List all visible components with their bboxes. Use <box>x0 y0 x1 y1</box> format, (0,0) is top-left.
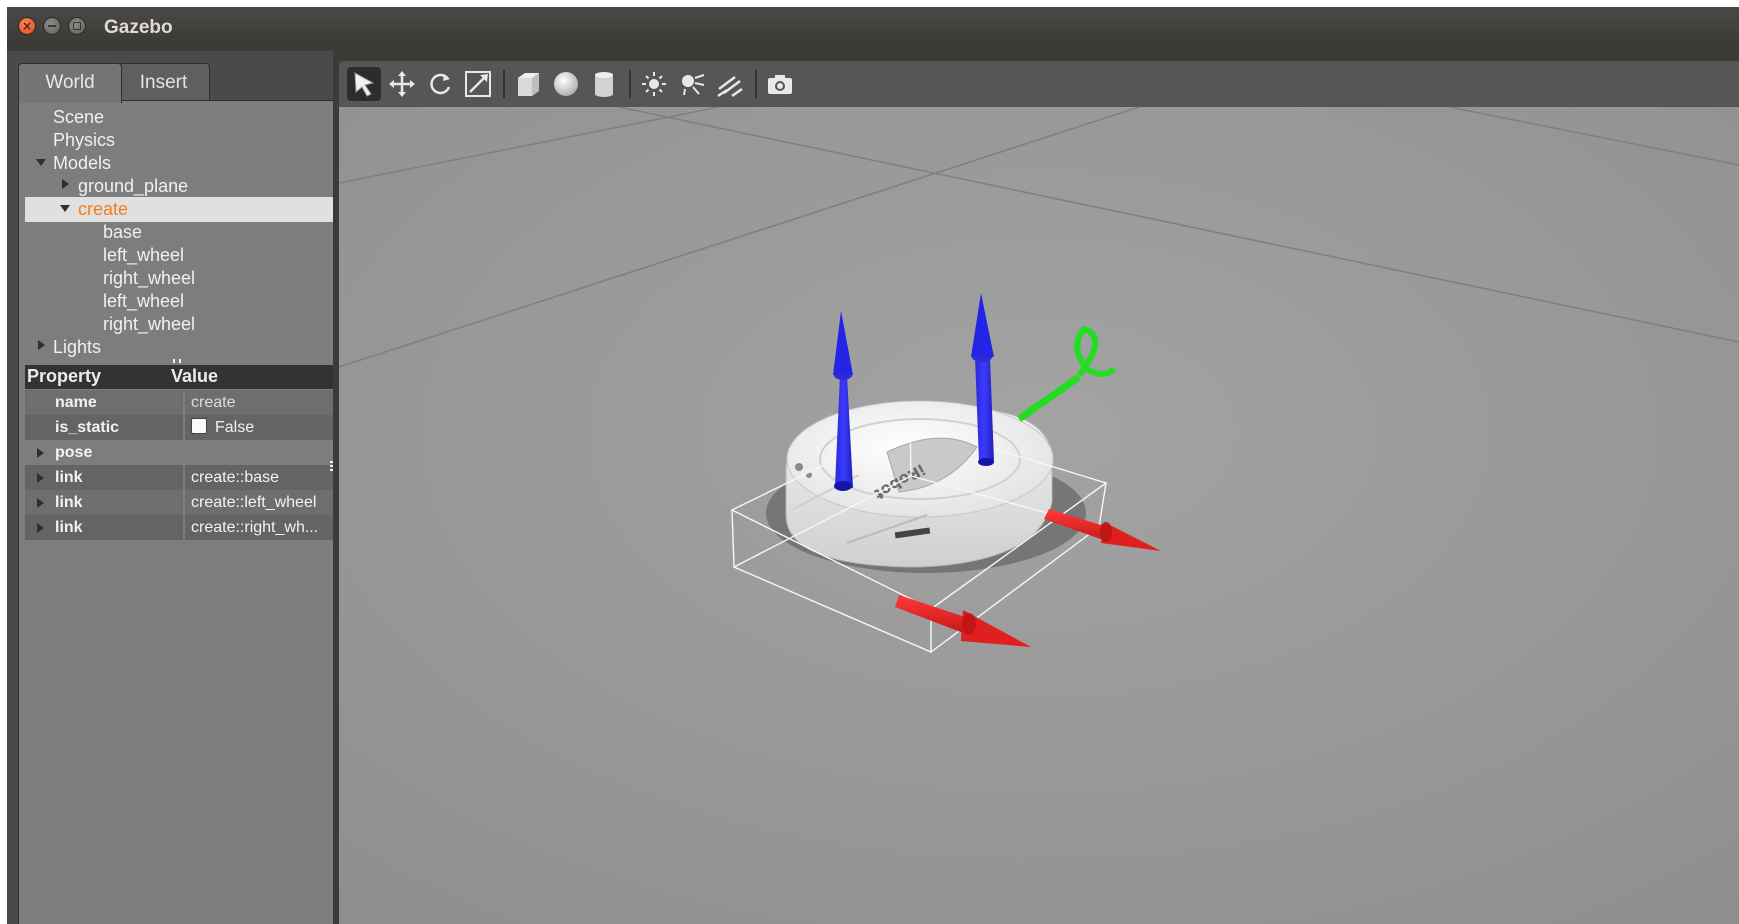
property-key: pose <box>55 444 93 461</box>
tree-item-models[interactable]: Models <box>53 151 111 175</box>
insert-cylinder-button[interactable] <box>587 67 621 101</box>
insert-directional-light-button[interactable] <box>713 67 747 101</box>
header-property: Property <box>27 366 102 386</box>
tree-item-physics[interactable]: Physics <box>53 128 115 152</box>
tree-item-link[interactable]: left_wheel <box>103 289 184 313</box>
render-area: iRobot <box>333 51 1739 924</box>
title-bar[interactable]: × Gazebo <box>7 7 1739 47</box>
scale-icon <box>465 71 491 97</box>
insert-spot-light-button[interactable] <box>675 67 709 101</box>
select-mode-button[interactable] <box>347 67 381 101</box>
collapsed-arrow-icon[interactable] <box>37 498 44 508</box>
box-icon <box>518 73 539 96</box>
close-icon: × <box>21 19 33 33</box>
property-value: create::left_wheel <box>185 490 343 515</box>
property-row[interactable]: link create::left_wheel <box>25 490 343 515</box>
cylinder-icon <box>595 72 613 97</box>
expand-arrow-icon[interactable] <box>60 205 70 212</box>
collapsed-arrow-icon[interactable] <box>62 179 69 189</box>
tree-item-link[interactable]: left_wheel <box>103 243 184 267</box>
close-window-button[interactable]: × <box>18 17 36 35</box>
world-panel: Scene Physics Models ground_plane create… <box>18 100 352 924</box>
property-value-field: False <box>185 415 343 440</box>
insert-sphere-button[interactable] <box>549 67 583 101</box>
property-key: is_static <box>25 415 183 440</box>
toolbar-separator <box>755 70 757 98</box>
tree-item-lights[interactable]: Lights <box>53 335 101 359</box>
tree-item-scene[interactable]: Scene <box>53 105 104 129</box>
collapsed-arrow-icon[interactable] <box>37 523 44 533</box>
tree-item-ground-plane[interactable]: ground_plane <box>78 174 188 198</box>
property-key: link <box>25 465 183 490</box>
property-value-field[interactable]: create <box>185 390 343 415</box>
property-key: link <box>25 490 183 515</box>
directional-light-icon <box>717 76 743 98</box>
tree-item-link[interactable]: base <box>103 220 142 244</box>
scale-mode-button[interactable] <box>461 67 495 101</box>
property-row[interactable]: link create::base <box>25 465 343 490</box>
property-key: name <box>25 390 183 415</box>
minimize-window-button[interactable] <box>43 17 61 35</box>
splitter-handle[interactable] <box>173 359 181 363</box>
3d-viewport[interactable]: iRobot <box>339 107 1739 924</box>
tree-item-link[interactable]: right_wheel <box>103 266 195 290</box>
translate-mode-button[interactable] <box>385 67 419 101</box>
header-value: Value <box>171 366 219 386</box>
property-value: create::base <box>185 465 343 490</box>
select-icon <box>354 72 375 97</box>
property-row: name create <box>25 390 343 415</box>
sphere-icon <box>554 72 578 96</box>
property-key: link <box>25 515 183 540</box>
property-row[interactable]: link create::right_wh... <box>25 515 343 540</box>
rotate-icon <box>430 73 451 95</box>
property-row: is_static False <box>25 415 343 440</box>
point-light-icon <box>642 72 666 96</box>
property-row[interactable]: pose <box>25 440 343 465</box>
expand-arrow-icon[interactable] <box>36 159 46 166</box>
toolbar-separator <box>503 70 505 98</box>
rotate-mode-button[interactable] <box>423 67 457 101</box>
left-panel: World Insert Scene Physics Models ground… <box>7 51 353 924</box>
spot-light-icon <box>682 74 705 96</box>
window-title: Gazebo <box>104 17 173 38</box>
screenshot-button[interactable] <box>763 67 797 101</box>
tree-item-link[interactable]: right_wheel <box>103 312 195 336</box>
tree-item-create[interactable]: create <box>78 197 128 221</box>
property-table-header: Property Value <box>25 365 343 389</box>
toolbar-separator <box>629 70 631 98</box>
is-static-checkbox[interactable] <box>191 418 207 434</box>
screenshot-icon <box>768 75 792 94</box>
collapsed-arrow-icon[interactable] <box>38 340 45 350</box>
insert-point-light-button[interactable] <box>637 67 671 101</box>
insert-box-button[interactable] <box>511 67 545 101</box>
property-value: create::right_wh... <box>185 515 343 540</box>
translate-icon <box>389 71 415 97</box>
collapsed-arrow-icon[interactable] <box>37 473 44 483</box>
selected-row-highlight <box>25 197 343 222</box>
toolbar <box>339 61 1739 107</box>
checkbox-label: False <box>215 419 255 436</box>
tab-world[interactable]: World <box>18 63 122 103</box>
gazebo-window: × Gazebo World Insert Scene Physics Mode… <box>7 7 1739 924</box>
tab-insert[interactable]: Insert <box>117 63 210 100</box>
maximize-window-button[interactable] <box>68 17 86 35</box>
